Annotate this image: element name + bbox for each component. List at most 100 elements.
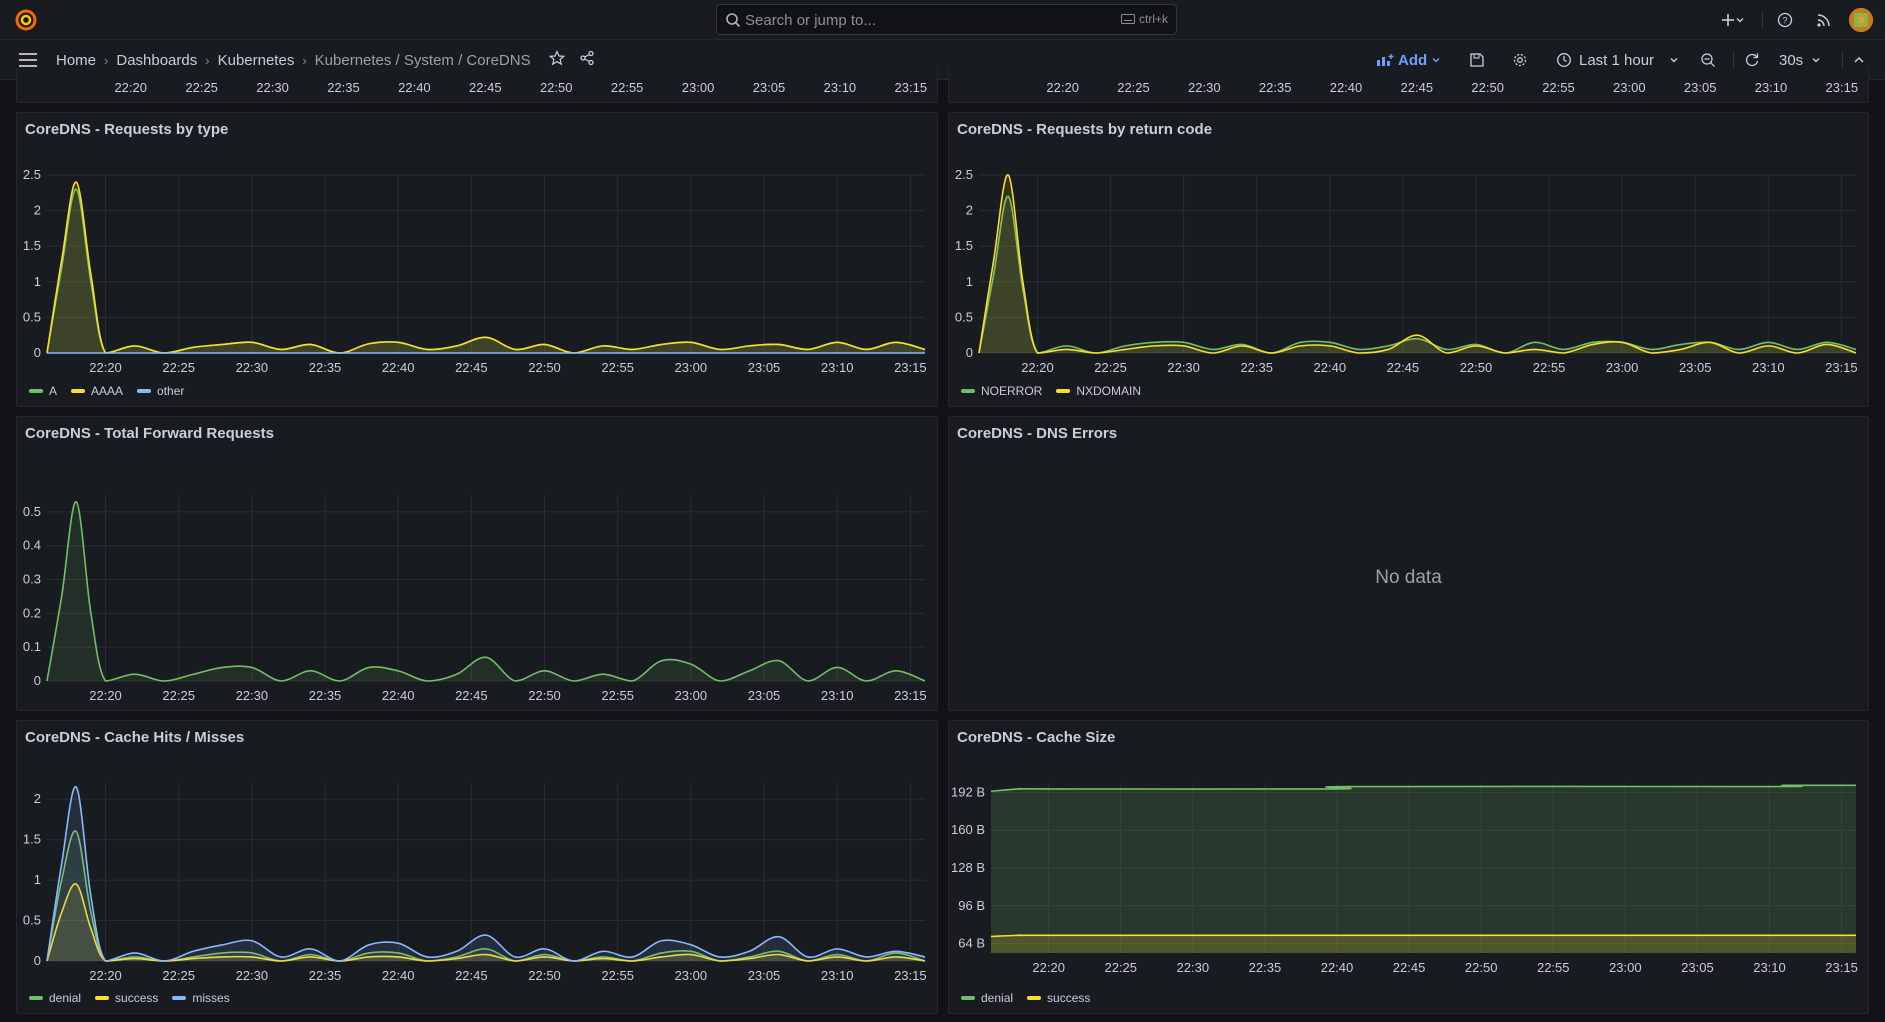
x-tick-label: 22:40 [1314, 360, 1347, 375]
refresh-interval-label: 30s [1779, 51, 1804, 69]
x-tick-label: 22:20 [89, 688, 122, 703]
legend-item-success[interactable]: success [1027, 991, 1090, 1005]
breadcrumb-home[interactable]: Home [56, 52, 96, 69]
x-tick-label: 22:50 [1471, 80, 1504, 95]
x-tick-label: 22:45 [1393, 960, 1426, 975]
news-button[interactable] [1814, 10, 1834, 30]
breadcrumb-separator: › [205, 52, 210, 68]
panel-total-forward-requests[interactable]: CoreDNS - Total Forward Requests 0 0.1 0.2… [16, 416, 938, 711]
forward-requests-chart[interactable]: 0 0.1 0.2 0.3 0.4 0.5 22:20 22:25 22:30 22:35 22:4… [17, 417, 938, 711]
panel-cache-size[interactable]: CoreDNS - Cache Size 64 B 96 B 128 B 160 B1… [948, 720, 1869, 1014]
x-tick-label: 23:10 [821, 688, 854, 703]
y-tick-label: 0 [34, 673, 41, 688]
x-tick-label: 22:20 [1032, 960, 1065, 975]
cache-size-chart[interactable]: 64 B 96 B 128 B 160 B 192 B 22:20 22:25 22:30 22… [949, 721, 1869, 1014]
breadcrumb-dashboards[interactable]: Dashboards [116, 52, 197, 69]
top-bar: Search or jump to... ctrl+k ? [0, 0, 1885, 40]
x-tick-label: 22:55 [601, 688, 634, 703]
y-tick-label: 192 B [951, 784, 985, 799]
time-axis-top-left: 22:20 22:25 22:30 22:35 22:40 22:45 22:50 22:55… [114, 80, 928, 95]
cache-hits-misses-chart[interactable]: 0 0.5 1 1.5 2 22:20 22:25 22:30 22:35 22:40 22:45 2… [17, 721, 938, 1014]
y-tick-label: 2.5 [955, 167, 973, 182]
search-input[interactable]: Search or jump to... ctrl+k [716, 4, 1177, 35]
x-tick-label: 23:15 [1825, 360, 1858, 375]
grafana-logo-icon[interactable] [14, 8, 38, 32]
x-tick-label: 22:50 [540, 80, 573, 95]
legend-item-denial[interactable]: denial [961, 991, 1013, 1005]
keyboard-icon [1120, 14, 1135, 24]
breadcrumb-kubernetes[interactable]: Kubernetes [218, 52, 295, 69]
series-area [991, 785, 1856, 953]
legend-item-misses[interactable]: misses [172, 991, 230, 1005]
x-tick-label: 22:35 [1240, 360, 1273, 375]
y-tick-label: 0.5 [23, 913, 41, 928]
x-tick-label: 22:35 [309, 968, 342, 983]
star-button[interactable] [548, 50, 565, 70]
legend: denial success [961, 991, 1090, 1005]
x-tick-label: 22:55 [1533, 360, 1566, 375]
x-tick-label: 23:10 [1752, 360, 1785, 375]
x-tick-label: 23:05 [753, 80, 786, 95]
x-tick-label: 22:25 [162, 360, 195, 375]
breadcrumb-separator: › [104, 52, 109, 68]
x-tick-label: 23:00 [682, 80, 715, 95]
chevron-down-icon [1812, 58, 1820, 63]
x-tick-label: 22:40 [1321, 960, 1354, 975]
search-shortcut: ctrl+k [1120, 12, 1168, 26]
legend-item-a[interactable]: A [29, 384, 57, 398]
gear-icon [1513, 53, 1527, 67]
time-range-label: Last 1 hour [1579, 51, 1655, 69]
requests-by-type-chart[interactable]: 0 0.5 1 1.5 2 2.5 22:20 22:25 22:30 22:35 22:40 22:… [17, 113, 938, 407]
panel-requests-by-type[interactable]: CoreDNS - Requests by type 0 0.5 1 1.5 2 2.5 2… [16, 112, 938, 407]
legend-item-success[interactable]: success [95, 991, 158, 1005]
requests-by-return-code-chart[interactable]: 0 0.5 1 1.5 2 2.5 22:20 22:25 22:30 22:35 22:40 22:… [949, 113, 1869, 407]
share-button[interactable] [579, 50, 595, 70]
breadcrumb: Home › Dashboards › Kubernetes › Kuberne… [56, 50, 595, 70]
y-tick-label: 0 [966, 345, 973, 360]
y-tick-label: 1 [34, 872, 41, 887]
y-tick-label: 2 [966, 203, 973, 218]
x-tick-label: 22:35 [1249, 960, 1282, 975]
legend-item-aaaa[interactable]: AAAA [71, 384, 123, 398]
legend-item-noerror[interactable]: NOERROR [961, 384, 1042, 398]
panel-cache-hits-misses[interactable]: CoreDNS - Cache Hits / Misses 0 0.5 1 1.5 2 2… [16, 720, 938, 1014]
hamburger-menu-icon [19, 53, 37, 67]
x-tick-label: 23:00 [675, 968, 708, 983]
help-button[interactable]: ? [1775, 10, 1795, 30]
legend-item-other[interactable]: other [137, 384, 184, 398]
chevron-down-icon [1670, 58, 1678, 63]
y-tick-label: 1 [34, 274, 41, 289]
y-tick-label: 0.3 [23, 572, 41, 587]
clock-icon [1557, 53, 1571, 67]
help-icon: ? [1777, 12, 1793, 28]
y-tick-label: 128 B [951, 860, 985, 875]
x-tick-label: 22:30 [1188, 80, 1221, 95]
x-tick-label: 22:20 [1046, 80, 1079, 95]
x-tick-label: 23:00 [675, 688, 708, 703]
new-dropdown[interactable] [1733, 10, 1747, 30]
x-tick-label: 23:05 [748, 360, 781, 375]
panel-title[interactable]: CoreDNS - DNS Errors [957, 425, 1117, 442]
y-tick-label: 0.2 [23, 605, 41, 620]
save-icon [1470, 53, 1484, 67]
legend-item-nxdomain[interactable]: NXDOMAIN [1056, 384, 1141, 398]
x-tick-label: 23:15 [895, 80, 928, 95]
x-tick-label: 22:45 [1387, 360, 1420, 375]
add-panel-icon [1377, 54, 1394, 66]
x-tick-label: 22:50 [1460, 360, 1493, 375]
x-tick-label: 22:30 [236, 688, 269, 703]
x-tick-label: 22:30 [236, 360, 269, 375]
legend: denial success misses [29, 991, 230, 1005]
panel-dns-errors[interactable]: CoreDNS - DNS Errors No data [948, 416, 1869, 711]
avatar[interactable] [1849, 8, 1873, 32]
svg-text:?: ? [1782, 16, 1787, 26]
y-tick-label: 96 B [958, 898, 985, 913]
legend-item-denial[interactable]: denial [29, 991, 81, 1005]
x-tick-label: 22:55 [1542, 80, 1575, 95]
x-tick-label: 23:10 [821, 360, 854, 375]
x-tick-label: 23:00 [1613, 80, 1646, 95]
panel-above-right: 22:20 22:25 22:30 22:35 22:40 22:45 22:50 22:55… [948, 68, 1869, 103]
chevron-down-icon [1432, 58, 1440, 63]
x-tick-label: 22:30 [236, 968, 269, 983]
panel-requests-by-return-code[interactable]: CoreDNS - Requests by return code 0 0.5 1 1… [948, 112, 1869, 407]
